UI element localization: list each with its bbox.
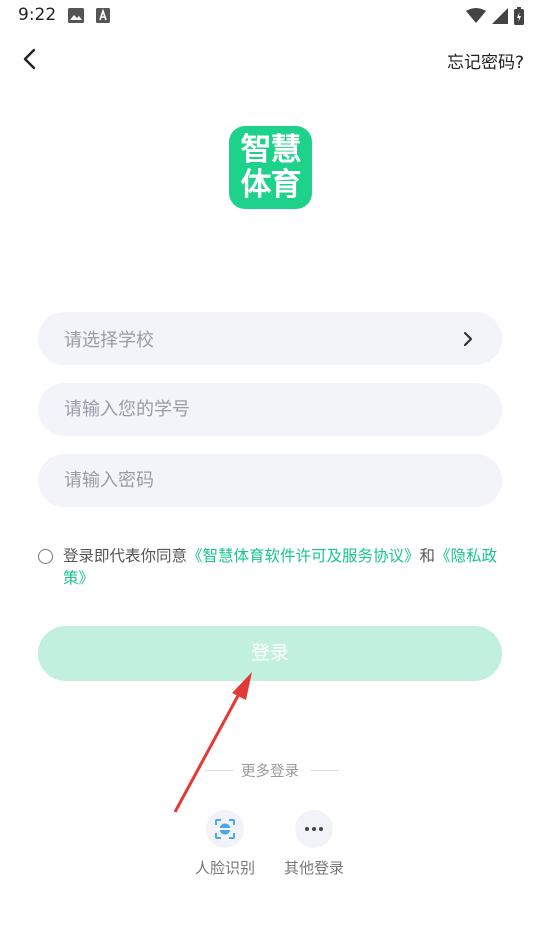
- annotation-arrow: [173, 672, 252, 813]
